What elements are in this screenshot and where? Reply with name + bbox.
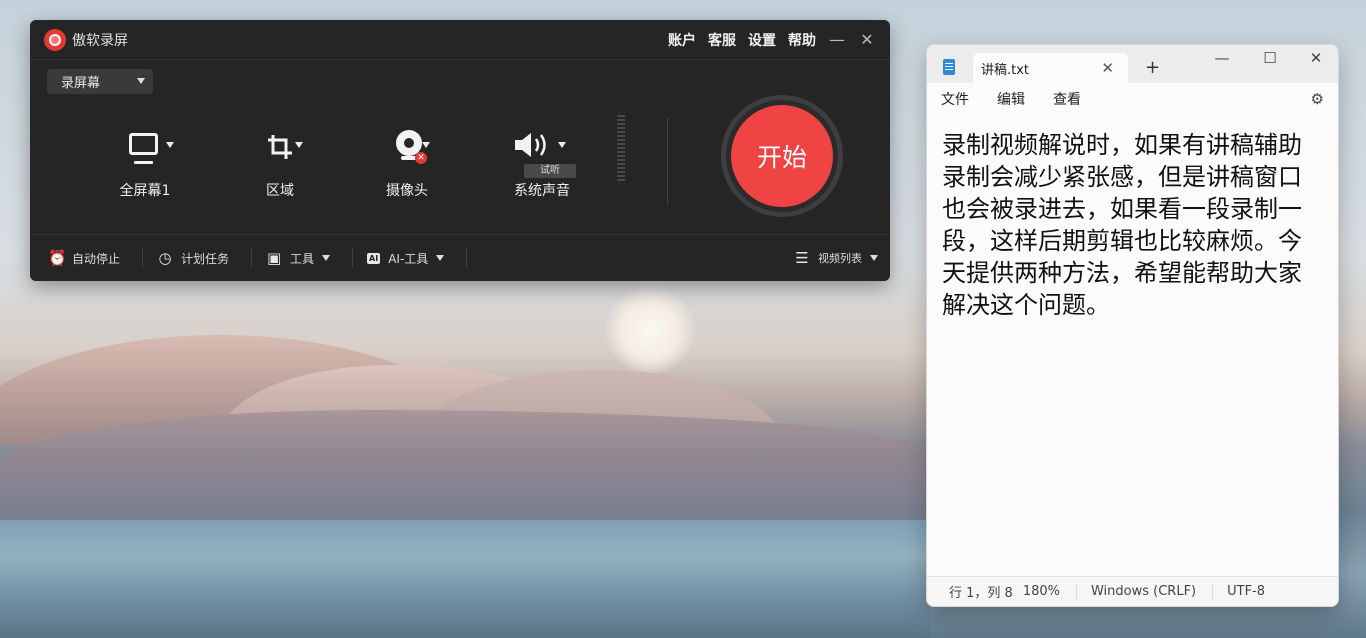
monitor-icon: [129, 133, 158, 164]
chevron-down-icon[interactable]: [558, 142, 566, 148]
chevron-down-icon[interactable]: [166, 142, 174, 148]
crop-icon: [268, 135, 292, 159]
menu-view[interactable]: 查看: [1053, 89, 1081, 109]
close-tab-icon[interactable]: ✕: [1101, 59, 1114, 77]
encoding: UTF-8: [1227, 584, 1266, 599]
app-name: 傲软录屏: [72, 32, 128, 49]
speaker-icon: [515, 133, 546, 157]
source-camera-label: 摄像头: [386, 183, 428, 199]
chevron-down-icon: [436, 255, 445, 261]
source-camera[interactable]: ✕ 摄像头: [362, 130, 452, 200]
chevron-down-icon[interactable]: [295, 142, 303, 148]
gear-icon[interactable]: ⚙: [1311, 90, 1324, 108]
notepad-statusbar: 行 1，列 8 180% Windows (CRLF) UTF-8: [927, 576, 1338, 606]
menu-help[interactable]: 帮助: [788, 30, 816, 50]
notepad-menubar: 文件 编辑 查看 ⚙: [927, 83, 1338, 115]
wallpaper-lake: [0, 520, 930, 638]
notepad-tab[interactable]: 讲稿.txt ✕: [973, 53, 1128, 83]
schedule-task-button[interactable]: ◷ 计划任务: [157, 248, 253, 268]
new-tab-icon[interactable]: +: [1145, 57, 1160, 78]
notepad-text-area[interactable]: 录制视频解说时，如果有讲稿辅助录制会减少紧张感，但是讲稿窗口也会被录进去，如果看…: [927, 115, 1338, 573]
auto-stop-label: 自动停止: [72, 251, 121, 266]
ai-icon: AI: [367, 252, 381, 264]
notepad-tab-title: 讲稿.txt: [981, 62, 1030, 78]
recorder-menu: 账户 客服 设置 帮助 — ✕: [668, 30, 876, 50]
chevron-down-icon[interactable]: [422, 142, 430, 148]
ai-tools-label: AI-工具: [388, 251, 429, 266]
notepad-tabbar: 讲稿.txt ✕ + — ☐ ✕: [927, 45, 1338, 83]
line-ending: Windows (CRLF): [1090, 584, 1197, 599]
minimize-icon[interactable]: —: [828, 30, 846, 49]
chevron-down-icon: [870, 255, 878, 261]
source-fullscreen[interactable]: 全屏幕1: [100, 130, 190, 200]
chevron-down-icon: [137, 78, 145, 84]
close-icon[interactable]: ✕: [1301, 49, 1331, 67]
video-list-label: 视频列表: [818, 252, 862, 265]
divider: [667, 118, 668, 204]
record-mode-value: 录屏幕: [61, 76, 101, 91]
audio-test-button[interactable]: 试听: [524, 164, 576, 178]
clock-icon: ◷: [158, 249, 172, 267]
source-region[interactable]: 区域: [235, 130, 325, 200]
menu-account[interactable]: 账户: [668, 30, 696, 50]
list-icon: ☰: [795, 249, 809, 267]
recorder-window: 傲软录屏 账户 客服 设置 帮助 — ✕ 录屏幕 全屏幕1 区域 ✕ 摄像头 试…: [30, 20, 890, 281]
source-audio-label: 系统声音: [514, 183, 570, 199]
tools-menu-button[interactable]: ▣ 工具: [266, 248, 354, 268]
menu-file[interactable]: 文件: [941, 89, 969, 109]
minimize-icon[interactable]: —: [1207, 49, 1237, 67]
notepad-app-icon: [943, 59, 955, 75]
tools-label: 工具: [290, 251, 315, 266]
source-fullscreen-label: 全屏幕1: [119, 183, 171, 199]
auto-stop-button[interactable]: ⏰ 自动停止: [48, 248, 144, 268]
audio-level-meter: [617, 115, 625, 183]
source-region-label: 区域: [266, 183, 294, 199]
menu-support[interactable]: 客服: [708, 30, 736, 50]
alarm-clock-icon: ⏰: [48, 249, 67, 267]
wallpaper-sun: [605, 285, 695, 375]
cursor-position: 行 1，列 8: [949, 586, 1013, 601]
notepad-window: 讲稿.txt ✕ + — ☐ ✕ 文件 编辑 查看 ⚙ 录制视频解说时，如果有讲…: [926, 44, 1339, 607]
zoom-level: 180%: [1022, 584, 1060, 599]
source-system-audio[interactable]: 试听 系统声音: [497, 130, 587, 200]
menu-settings[interactable]: 设置: [748, 30, 776, 50]
menu-edit[interactable]: 编辑: [997, 89, 1025, 109]
disabled-badge-icon: ✕: [415, 152, 427, 164]
start-record-button[interactable]: 开始: [731, 105, 833, 207]
close-icon[interactable]: ✕: [858, 30, 876, 49]
video-list-button[interactable]: ☰ 视频列表: [794, 249, 878, 267]
ai-tools-menu-button[interactable]: AI AI-工具: [367, 248, 468, 268]
maximize-icon[interactable]: ☐: [1255, 49, 1285, 67]
record-mode-select[interactable]: 录屏幕: [47, 69, 153, 94]
recorder-titlebar: 傲软录屏 账户 客服 设置 帮助 — ✕: [30, 20, 890, 60]
recorder-toolbar: ⏰ 自动停止 ◷ 计划任务 ▣ 工具 AI AI-工具 ☰ 视频列表: [30, 234, 890, 281]
schedule-task-label: 计划任务: [181, 251, 230, 266]
chevron-down-icon: [322, 255, 331, 261]
app-logo-icon: [44, 28, 66, 51]
toolbox-icon: ▣: [266, 249, 282, 267]
